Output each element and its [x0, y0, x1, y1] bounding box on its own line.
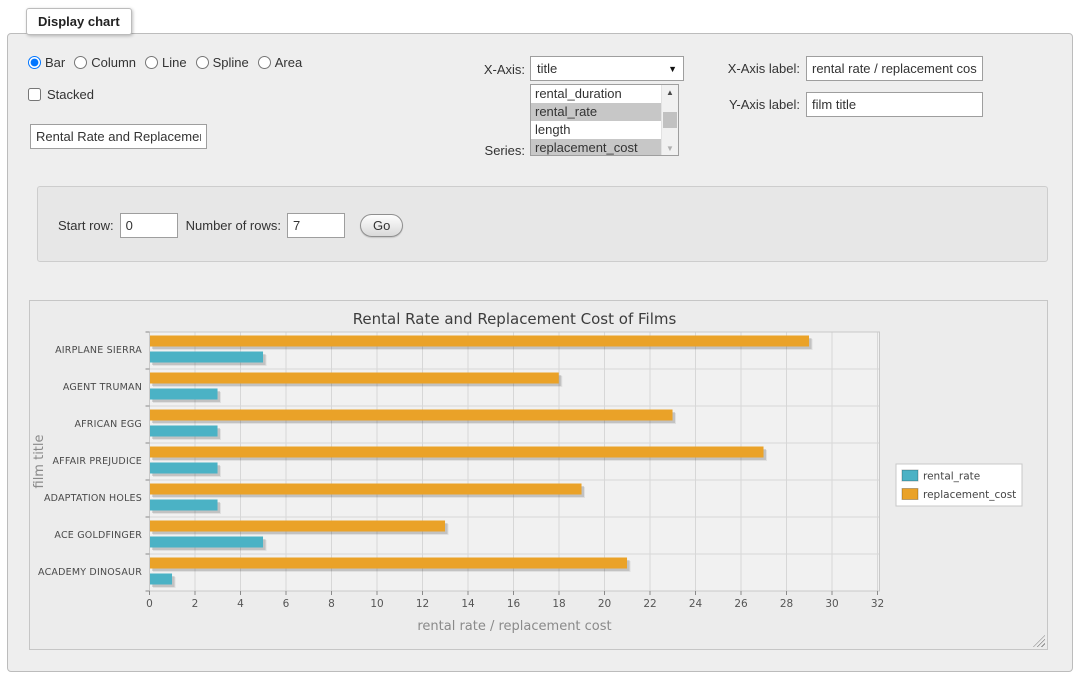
chart-title-input[interactable] [30, 124, 207, 149]
svg-text:18: 18 [552, 598, 565, 610]
svg-text:rental_rate: rental_rate [923, 471, 980, 483]
chart-type-label: Line [162, 55, 187, 70]
chart-type-radio-group: Bar Column Line Spline Area [28, 55, 302, 70]
series-scrollbar[interactable]: ▲ ▼ [661, 85, 678, 155]
num-rows-input[interactable] [287, 213, 345, 238]
x-axis-label-field-label: X-Axis label: [660, 61, 800, 76]
svg-text:AGENT TRUMAN: AGENT TRUMAN [63, 382, 142, 393]
series-options: rental_durationrental_ratelengthreplacem… [531, 85, 661, 155]
svg-text:32: 32 [871, 598, 884, 610]
stacked-checkbox[interactable] [28, 88, 41, 101]
num-rows-label: Number of rows: [186, 218, 281, 233]
svg-text:10: 10 [370, 598, 383, 610]
chart-type-option-area: Area [258, 55, 302, 70]
scroll-down-icon[interactable]: ▼ [662, 141, 678, 155]
series-multiselect[interactable]: rental_durationrental_ratelengthreplacem… [530, 84, 679, 156]
x-axis-label-input[interactable] [806, 56, 983, 81]
svg-text:24: 24 [689, 598, 703, 610]
svg-text:8: 8 [328, 598, 335, 610]
start-row-label: Start row: [58, 218, 114, 233]
chart-type-radio-spline[interactable] [196, 56, 209, 69]
series-option-rental_rate[interactable]: rental_rate [531, 103, 661, 121]
svg-text:4: 4 [237, 598, 244, 610]
svg-text:AIRPLANE SIERRA: AIRPLANE SIERRA [55, 345, 142, 356]
series-option-replacement_cost[interactable]: replacement_cost [531, 139, 661, 156]
svg-text:28: 28 [780, 598, 793, 610]
start-row-input[interactable] [120, 213, 178, 238]
y-axis-label-input[interactable] [806, 92, 983, 117]
svg-text:12: 12 [416, 598, 429, 610]
svg-text:ACADEMY DINOSAUR: ACADEMY DINOSAUR [38, 567, 142, 578]
x-axis-select-label: X-Axis: [420, 62, 525, 77]
chart-type-option-bar: Bar [28, 55, 65, 70]
svg-text:film title: film title [32, 434, 47, 488]
chart-type-label: Column [91, 55, 136, 70]
row-range-controls: Start row: Number of rows: Go [58, 212, 403, 239]
chart-type-label: Area [275, 55, 302, 70]
svg-text:26: 26 [734, 598, 748, 610]
svg-text:30: 30 [825, 598, 838, 610]
svg-text:0: 0 [146, 598, 153, 610]
svg-text:6: 6 [283, 598, 290, 610]
fieldset-legend: Display chart [26, 8, 132, 35]
series-option-rental_duration[interactable]: rental_duration [531, 85, 661, 103]
chart-type-label: Bar [45, 55, 65, 70]
series-option-length[interactable]: length [531, 121, 661, 139]
svg-text:ADAPTATION HOLES: ADAPTATION HOLES [44, 493, 142, 504]
svg-text:16: 16 [507, 598, 521, 610]
svg-text:14: 14 [461, 598, 475, 610]
svg-text:AFFAIR PREJUDICE: AFFAIR PREJUDICE [52, 456, 142, 467]
scrollbar-thumb[interactable] [663, 112, 677, 128]
chart-type-option-spline: Spline [196, 55, 249, 70]
go-button[interactable]: Go [360, 214, 403, 237]
svg-text:rental rate / replacement cost: rental rate / replacement cost [417, 619, 611, 634]
row-range-panel: Start row: Number of rows: Go [37, 186, 1048, 262]
x-axis-selected-value: title [537, 61, 668, 76]
chart-type-radio-area[interactable] [258, 56, 271, 69]
series-list-label: Series: [420, 143, 525, 158]
chart-type-radio-bar[interactable] [28, 56, 41, 69]
stacked-checkbox-row: Stacked [28, 87, 94, 102]
svg-text:20: 20 [598, 598, 611, 610]
chart-container: Rental Rate and Replacement Cost of Film… [29, 300, 1048, 650]
chart-type-option-line: Line [145, 55, 187, 70]
svg-text:22: 22 [643, 598, 656, 610]
svg-text:replacement_cost: replacement_cost [923, 489, 1016, 501]
chart-type-option-column: Column [74, 55, 136, 70]
svg-text:Rental Rate and Replacement Co: Rental Rate and Replacement Cost of Film… [353, 310, 677, 328]
y-axis-label-field-label: Y-Axis label: [660, 97, 800, 112]
svg-text:ACE GOLDFINGER: ACE GOLDFINGER [54, 530, 142, 541]
svg-text:AFRICAN EGG: AFRICAN EGG [74, 419, 142, 430]
stacked-label: Stacked [47, 87, 94, 102]
bar-chart: Rental Rate and Replacement Cost of Film… [30, 301, 1047, 649]
chart-type-label: Spline [213, 55, 249, 70]
chart-type-radio-line[interactable] [145, 56, 158, 69]
chart-type-radio-column[interactable] [74, 56, 87, 69]
svg-text:2: 2 [192, 598, 199, 610]
